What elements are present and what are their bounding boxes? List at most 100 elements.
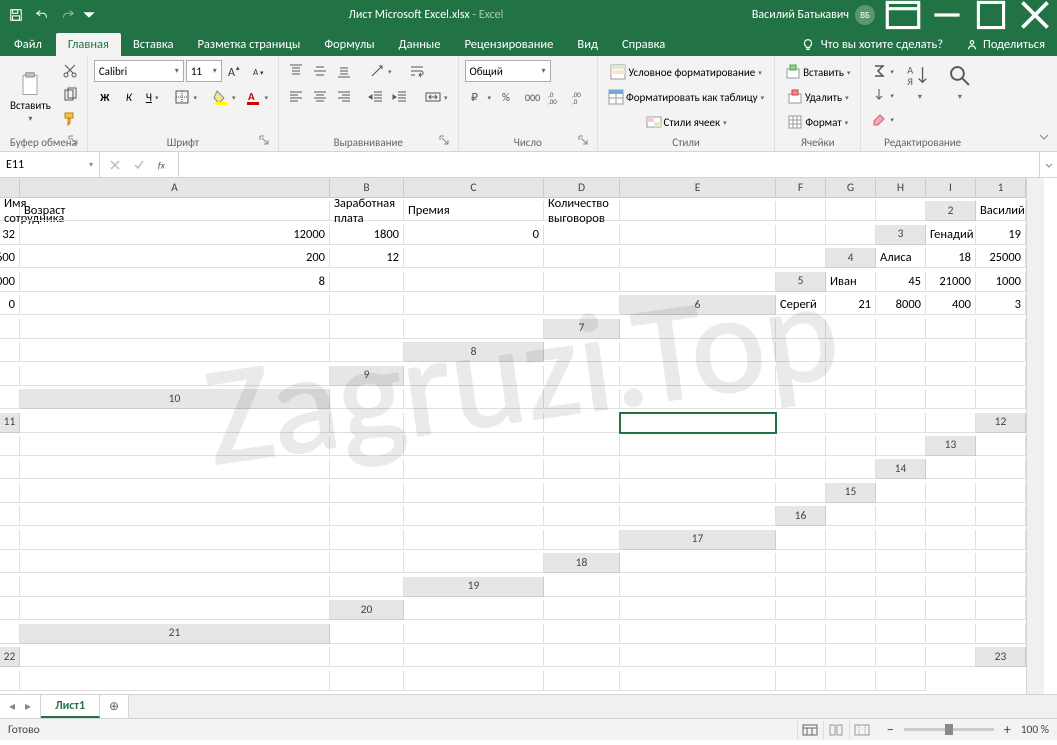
cell[interactable] xyxy=(926,389,976,409)
cell[interactable] xyxy=(926,506,976,526)
cell[interactable] xyxy=(620,483,776,503)
align-bottom-icon[interactable] xyxy=(333,60,355,82)
tab-formulas[interactable]: Формулы xyxy=(312,33,386,56)
formula-input[interactable] xyxy=(179,152,1039,177)
cell[interactable] xyxy=(876,319,926,339)
cell[interactable] xyxy=(544,624,620,644)
cell[interactable] xyxy=(404,319,544,339)
cell[interactable] xyxy=(0,600,20,620)
cell[interactable] xyxy=(20,366,330,386)
cell[interactable] xyxy=(926,413,976,433)
cell[interactable] xyxy=(876,413,926,433)
zoom-in-icon[interactable]: + xyxy=(1000,723,1015,737)
cell[interactable] xyxy=(926,342,976,362)
cell[interactable] xyxy=(776,530,826,550)
redo-icon[interactable] xyxy=(56,3,80,27)
cell[interactable] xyxy=(876,342,926,362)
cell[interactable] xyxy=(0,577,20,597)
cell[interactable] xyxy=(776,248,826,268)
cell[interactable] xyxy=(330,389,404,409)
cell[interactable] xyxy=(620,436,776,456)
cell[interactable] xyxy=(620,389,776,409)
user-name[interactable]: Василий Батькавич xyxy=(752,8,849,22)
cell[interactable] xyxy=(976,506,1026,526)
cell[interactable]: Премия xyxy=(404,201,544,221)
cell[interactable] xyxy=(876,577,926,597)
decrease-decimal-icon[interactable]: ,00,0 xyxy=(569,86,591,108)
cell[interactable] xyxy=(544,366,620,386)
cell[interactable] xyxy=(926,459,976,479)
cell[interactable]: 21000 xyxy=(926,272,976,292)
cell[interactable] xyxy=(404,459,544,479)
cell[interactable] xyxy=(20,319,330,339)
column-header[interactable]: F xyxy=(776,178,826,198)
cell[interactable]: 8000 xyxy=(876,295,926,315)
cell[interactable] xyxy=(926,600,976,620)
increase-decimal-icon[interactable]: ,0,00 xyxy=(545,86,567,108)
align-middle-icon[interactable] xyxy=(309,60,331,82)
cell[interactable] xyxy=(826,389,876,409)
cell[interactable] xyxy=(976,366,1026,386)
cell[interactable] xyxy=(620,319,776,339)
cell[interactable] xyxy=(404,413,544,433)
cell[interactable] xyxy=(330,577,404,597)
row-header[interactable]: 11 xyxy=(0,413,20,433)
cell[interactable] xyxy=(620,671,776,691)
cell[interactable] xyxy=(404,530,544,550)
collapse-ribbon-icon[interactable] xyxy=(1037,130,1051,147)
cell[interactable]: 1000 xyxy=(976,272,1026,292)
cell[interactable] xyxy=(0,506,20,526)
cell[interactable] xyxy=(330,413,404,433)
avatar[interactable]: ВБ xyxy=(855,5,875,25)
cell[interactable] xyxy=(876,483,926,503)
cell[interactable] xyxy=(404,624,544,644)
comma-format-icon[interactable]: 000 xyxy=(521,86,543,108)
font-family-combo[interactable]: Calibri▾ xyxy=(94,60,184,82)
tab-file[interactable]: Файл xyxy=(0,33,56,56)
sheet-tab-1[interactable]: Лист1 xyxy=(41,695,100,718)
cell[interactable] xyxy=(826,413,876,433)
cell[interactable] xyxy=(876,506,926,526)
row-header[interactable]: 15 xyxy=(826,483,876,503)
cell[interactable] xyxy=(20,436,330,456)
horizontal-scrollbar[interactable] xyxy=(128,695,1057,718)
cell[interactable] xyxy=(876,624,926,644)
tab-view[interactable]: Вид xyxy=(565,33,610,56)
cell[interactable] xyxy=(926,577,976,597)
cell[interactable]: 0 xyxy=(404,225,544,245)
cell[interactable] xyxy=(0,553,20,573)
cell[interactable]: 8 xyxy=(20,272,330,292)
cell[interactable] xyxy=(776,413,826,433)
cell[interactable] xyxy=(620,647,776,667)
delete-cells-button[interactable]: Удалить▾ xyxy=(781,85,854,109)
cell[interactable] xyxy=(330,506,404,526)
cell[interactable] xyxy=(776,201,826,221)
row-header[interactable]: 4 xyxy=(826,248,876,268)
cell[interactable]: Иван xyxy=(826,272,876,292)
name-box[interactable]: E11▾ xyxy=(0,152,100,177)
cell[interactable] xyxy=(20,342,330,362)
row-header[interactable]: 21 xyxy=(20,624,330,644)
cell[interactable] xyxy=(544,436,620,456)
format-painter-icon[interactable] xyxy=(59,108,81,130)
number-format-combo[interactable]: Общий▾ xyxy=(465,60,551,82)
cell[interactable]: 19 xyxy=(976,225,1026,245)
add-sheet-icon[interactable]: ⊕ xyxy=(100,695,128,718)
cell[interactable] xyxy=(826,647,876,667)
cell[interactable] xyxy=(330,459,404,479)
cell[interactable] xyxy=(776,624,826,644)
cell[interactable] xyxy=(620,366,776,386)
cell[interactable] xyxy=(330,272,404,292)
cell[interactable] xyxy=(776,553,826,573)
cell[interactable] xyxy=(620,600,776,620)
cell[interactable] xyxy=(620,225,776,245)
undo-icon[interactable] xyxy=(30,3,54,27)
cell[interactable] xyxy=(20,295,330,315)
cell[interactable] xyxy=(926,483,976,503)
clear-icon[interactable]: ▾ xyxy=(867,108,898,130)
cell[interactable] xyxy=(826,459,876,479)
cut-icon[interactable] xyxy=(59,60,81,82)
cell[interactable]: Заработная плата xyxy=(330,201,404,221)
row-header[interactable]: 19 xyxy=(404,577,544,597)
alignment-dialog-launcher[interactable] xyxy=(438,135,450,147)
